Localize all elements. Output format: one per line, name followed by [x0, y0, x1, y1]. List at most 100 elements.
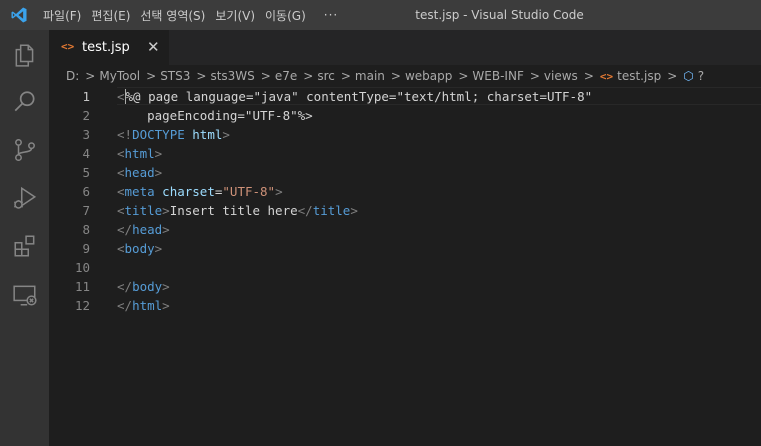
code-token: < [117, 203, 125, 218]
remote-explorer-icon[interactable] [12, 282, 38, 308]
code-token: > [162, 203, 170, 218]
code-token: </ [297, 203, 313, 218]
code-line[interactable]: 11 </body> [49, 277, 761, 296]
code-token: html [132, 298, 163, 313]
more-menu-icon[interactable]: ··· [324, 8, 338, 22]
code-token: charset [162, 184, 215, 199]
breadcrumb-separator: > [196, 69, 207, 83]
code-line[interactable]: 8 </head> [49, 220, 761, 239]
line-number: 2 [82, 108, 90, 123]
extensions-icon[interactable] [12, 233, 38, 259]
code-text: <head> [117, 163, 162, 182]
line-number: 4 [82, 146, 90, 161]
code-token: head [132, 222, 163, 237]
html-file-icon: <> [599, 69, 614, 83]
menu-file[interactable]: 파일(F) [43, 7, 81, 24]
code-token: <! [117, 127, 133, 142]
code-token: < [117, 184, 125, 199]
breadcrumb-separator: > [390, 69, 401, 83]
search-icon[interactable] [12, 89, 38, 115]
code-token: > [162, 222, 170, 237]
tab-label: test.jsp [82, 40, 130, 55]
code-line[interactable]: 10 [49, 258, 761, 277]
breadcrumb-separator: > [146, 69, 157, 83]
code-text: </head> [117, 220, 170, 239]
menu-selection[interactable]: 선택 영역(S) [140, 7, 205, 24]
code-token: < [117, 89, 125, 104]
code-token: meta [124, 184, 155, 199]
vscode-logo-icon[interactable] [10, 6, 28, 24]
code-line[interactable]: 9 <body> [49, 239, 761, 258]
code-line[interactable]: 12 </html> [49, 296, 761, 315]
breadcrumb-item[interactable]: D: [49, 69, 79, 83]
code-line[interactable]: 3 <!DOCTYPE html> [49, 125, 761, 144]
line-number: 5 [82, 165, 90, 180]
code-token: > [154, 165, 163, 180]
html-file-icon: <> [61, 40, 75, 53]
code-editor[interactable]: 1 <%@ page language="java" contentType="t… [49, 87, 761, 446]
code-token: > [162, 298, 170, 313]
code-text: <body> [117, 239, 162, 258]
code-token: Insert title here [169, 203, 298, 218]
code-token: title [312, 203, 351, 218]
code-token: html [124, 146, 155, 161]
breadcrumb-item[interactable]: WEB-INF [468, 69, 523, 83]
explorer-icon[interactable] [12, 42, 38, 68]
symbol-icon: ⬡ [683, 69, 694, 83]
code-line[interactable]: 4 <html> [49, 144, 761, 163]
line-number: 7 [82, 203, 90, 218]
code-line[interactable]: 2 pageEncoding="UTF-8"%> [49, 106, 761, 125]
code-text: <!DOCTYPE html> [117, 125, 230, 144]
menu-view[interactable]: 보기(V) [215, 7, 255, 24]
code-token: > [154, 241, 163, 256]
code-token: < [117, 165, 125, 180]
breadcrumb-symbol[interactable]: ? [694, 69, 704, 83]
line-number: 6 [82, 184, 90, 199]
menu-edit[interactable]: 편집(E) [91, 7, 130, 24]
activity-bar [0, 30, 49, 446]
breadcrumb-item[interactable]: src [313, 69, 335, 83]
code-token: </ [117, 222, 133, 237]
breadcrumb-item[interactable]: webapp [401, 69, 452, 83]
run-debug-icon[interactable] [12, 185, 38, 211]
title-bar: 파일(F) 편집(E) 선택 영역(S) 보기(V) 이동(G) ··· tes… [0, 0, 761, 30]
breadcrumb-separator: > [85, 69, 96, 83]
breadcrumb-item[interactable]: MyTool [95, 69, 140, 83]
code-text: </body> [117, 277, 170, 296]
line-number: 9 [82, 241, 90, 256]
line-number: 3 [82, 127, 90, 142]
code-token: "UTF-8" [222, 184, 276, 199]
breadcrumb-item[interactable]: sts3WS [206, 69, 254, 83]
code-token: %@ page language="java" contentType="tex… [124, 89, 593, 104]
code-text: <html> [117, 144, 162, 163]
code-token: > [222, 127, 230, 142]
code-token: title [124, 203, 163, 218]
code-token: html [192, 127, 223, 142]
code-line[interactable]: 7 <title>Insert title here</title> [49, 201, 761, 220]
breadcrumb-item[interactable]: e7e [271, 69, 297, 83]
breadcrumb-file[interactable]: test.jsp [613, 69, 661, 83]
code-token: > [350, 203, 358, 218]
breadcrumb-item[interactable]: STS3 [156, 69, 190, 83]
code-token: > [275, 184, 283, 199]
tab-test-jsp[interactable]: <> test.jsp ✕ [49, 30, 170, 65]
menu-go[interactable]: 이동(G) [265, 7, 306, 24]
code-text: </html> [117, 296, 170, 315]
code-line[interactable]: 6 <meta charset="UTF-8"> [49, 182, 761, 201]
code-line[interactable]: 1 <%@ page language="java" contentType="t… [49, 87, 761, 106]
breadcrumb-separator: > [458, 69, 469, 83]
code-token: body [124, 241, 155, 256]
code-text: <title>Insert title here</title> [117, 201, 358, 220]
code-token: </ [117, 298, 133, 313]
close-icon[interactable]: ✕ [147, 38, 160, 56]
code-text: pageEncoding="UTF-8"%> [117, 106, 313, 125]
breadcrumb-separator: > [260, 69, 271, 83]
line-number: 12 [74, 298, 90, 313]
menu-bar: 파일(F) 편집(E) 선택 영역(S) 보기(V) 이동(G) ··· [43, 0, 338, 30]
code-token: body [132, 279, 163, 294]
source-control-icon[interactable] [12, 137, 38, 163]
breadcrumb-item[interactable]: views [540, 69, 578, 83]
code-line[interactable]: 5 <head> [49, 163, 761, 182]
breadcrumb-item[interactable]: main [351, 69, 385, 83]
code-token: pageEncoding="UTF-8"%> [117, 108, 313, 123]
